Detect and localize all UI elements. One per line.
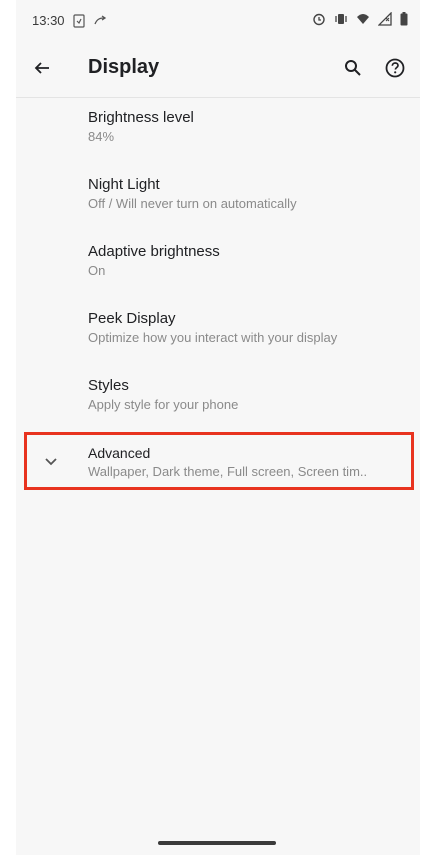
arrow-back-icon: [34, 62, 49, 74]
setting-peek-display[interactable]: Peek Display Optimize how you interact w…: [16, 299, 420, 365]
setting-summary: Off / Will never turn on automatically: [88, 196, 297, 211]
status-right: [312, 12, 408, 26]
setting-title: Brightness level: [88, 109, 194, 126]
setting-text: Peek Display Optimize how you interact w…: [88, 309, 406, 347]
setting-text: Brightness level 84%: [88, 108, 406, 146]
app-bar: Display: [16, 40, 420, 96]
signal-icon: [378, 12, 392, 26]
status-bar: 13:30: [16, 0, 420, 40]
setting-text: Styles Apply style for your phone: [88, 376, 406, 414]
help-icon: [385, 58, 405, 78]
battery-icon: [400, 12, 408, 26]
setting-summary: Apply style for your phone: [88, 397, 239, 412]
setting-text: Night Light Off / Will never turn on aut…: [88, 175, 406, 213]
setting-text: Adaptive brightness On: [88, 242, 406, 280]
call-forward-icon: [93, 14, 107, 28]
back-button[interactable]: [28, 54, 56, 82]
alarm-icon: [312, 12, 326, 26]
phone-screen: 13:30 Display Brightness level 84% Night…: [16, 0, 420, 855]
advanced-summary: Wallpaper, Dark theme, Full screen, Scre…: [88, 464, 368, 479]
setting-brightness-level[interactable]: Brightness level 84%: [16, 98, 420, 164]
setting-styles[interactable]: Styles Apply style for your phone: [16, 366, 420, 432]
setting-title: Styles: [88, 377, 129, 394]
setting-title: Night Light: [88, 176, 160, 193]
chevron-down-icon: [45, 458, 57, 466]
help-button[interactable]: [380, 53, 410, 83]
setting-summary: Optimize how you interact with your disp…: [88, 330, 338, 345]
screenshot-icon: [72, 13, 85, 28]
setting-summary: 84%: [88, 129, 115, 144]
navigation-handle[interactable]: [158, 841, 276, 845]
search-icon: [345, 60, 361, 76]
setting-adaptive-brightness[interactable]: Adaptive brightness On: [16, 232, 420, 298]
status-time: 13:30: [32, 13, 65, 28]
search-button[interactable]: [338, 53, 368, 83]
setting-title: Peek Display: [88, 310, 176, 327]
setting-title: Adaptive brightness: [88, 243, 220, 260]
advanced-title: Advanced: [88, 445, 151, 461]
setting-advanced[interactable]: Advanced Wallpaper, Dark theme, Full scr…: [24, 432, 414, 490]
status-left: 13:30: [32, 13, 107, 28]
vibrate-icon: [334, 12, 348, 26]
setting-summary: On: [88, 263, 106, 278]
wifi-icon: [356, 12, 370, 26]
setting-night-light[interactable]: Night Light Off / Will never turn on aut…: [16, 165, 420, 231]
advanced-text: Advanced Wallpaper, Dark theme, Full scr…: [88, 443, 403, 481]
page-title: Display: [88, 56, 160, 78]
